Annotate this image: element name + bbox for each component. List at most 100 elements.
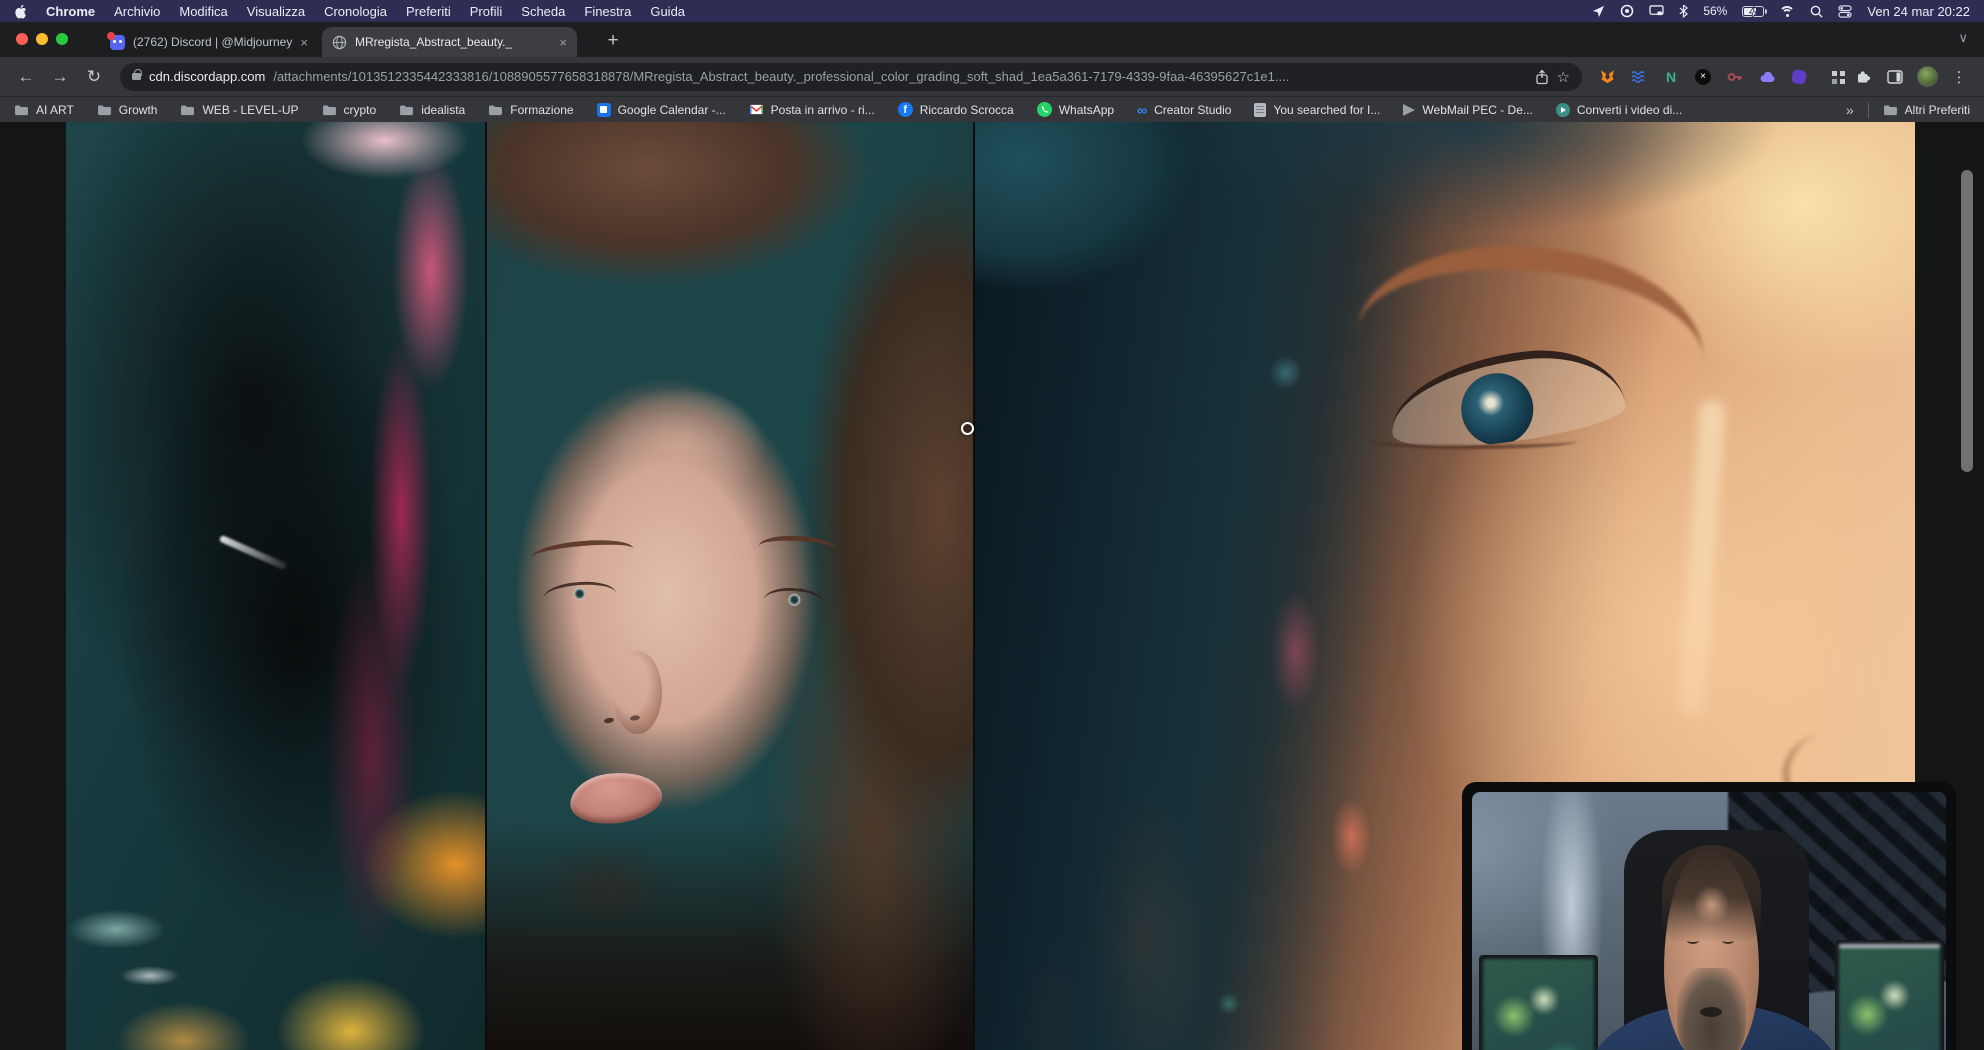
- extension-cloud-icon[interactable]: [1754, 64, 1780, 90]
- screen-record-icon[interactable]: [1620, 4, 1634, 18]
- vertical-scrollbar-thumb[interactable]: [1961, 170, 1973, 472]
- tab-image-active[interactable]: MRregista_Abstract_beauty._ ×: [322, 27, 577, 57]
- bookmark-label: Converti i video di...: [1577, 103, 1682, 117]
- artwork-panel-portrait-center[interactable]: [487, 122, 975, 1050]
- extensions-puzzle-icon[interactable]: [1850, 64, 1876, 90]
- tab-close-icon[interactable]: ×: [300, 35, 308, 50]
- extension-metamask-icon[interactable]: [1594, 64, 1620, 90]
- send-arrow-icon: [1403, 104, 1415, 116]
- presenter-beard: [1677, 968, 1745, 1050]
- extension-key-icon[interactable]: [1722, 64, 1748, 90]
- tab-discord[interactable]: (2762) Discord | @Midjourney ×: [100, 27, 318, 57]
- address-bar[interactable]: cdn.discordapp.com /attachments/10135123…: [120, 63, 1582, 91]
- bookmark-label: Formazione: [510, 103, 573, 117]
- display-mirroring-icon[interactable]: [1649, 5, 1664, 17]
- bookmark-converti-video[interactable]: Converti i video di...: [1556, 103, 1682, 117]
- bookmarks-bar: AI ART Growth WEB - LEVEL-UP crypto idea…: [0, 96, 1984, 122]
- bookmarks-overflow-chevron[interactable]: »: [1846, 102, 1854, 118]
- closeup-lower-lash: [1370, 433, 1577, 449]
- other-bookmarks-button[interactable]: Altri Preferiti: [1883, 103, 1970, 117]
- bookmark-creator-studio[interactable]: ∞ Creator Studio: [1137, 103, 1231, 117]
- folder-icon: [1883, 104, 1898, 116]
- bookmark-star-icon[interactable]: ☆: [1557, 68, 1570, 86]
- extension-n-icon[interactable]: N: [1658, 64, 1684, 90]
- bookmark-folder-idealista[interactable]: idealista: [399, 103, 465, 117]
- extension-x-circle-icon[interactable]: ×: [1690, 64, 1716, 90]
- window-close-button[interactable]: [16, 33, 28, 45]
- window-minimize-button[interactable]: [36, 33, 48, 45]
- facebook-icon: f: [898, 102, 913, 117]
- bookmark-whatsapp[interactable]: WhatsApp: [1037, 102, 1114, 117]
- bookmark-facebook-profile[interactable]: f Riccardo Scrocca: [898, 102, 1014, 117]
- bookmark-webmail-pec[interactable]: WebMail PEC - De...: [1403, 103, 1532, 117]
- wifi-icon[interactable]: [1779, 6, 1795, 17]
- menu-bar-clock[interactable]: Ven 24 mar 20:22: [1867, 4, 1970, 19]
- extension-grid-icon[interactable]: [1818, 64, 1844, 90]
- lock-icon[interactable]: [132, 73, 141, 80]
- whatsapp-icon: [1037, 102, 1052, 117]
- menu-scheda[interactable]: Scheda: [521, 4, 565, 19]
- left-monitor-screen: [1483, 959, 1594, 1050]
- bookmark-label: AI ART: [36, 103, 74, 117]
- closeup-eyebrow: [1357, 232, 1712, 362]
- apple-menu-icon[interactable]: [14, 4, 27, 19]
- share-icon[interactable]: [1535, 69, 1549, 85]
- other-bookmarks-label: Altri Preferiti: [1905, 103, 1970, 117]
- highlight-streak: [219, 535, 288, 571]
- menu-modifica[interactable]: Modifica: [179, 4, 227, 19]
- window-zoom-button[interactable]: [56, 33, 68, 45]
- folder-icon: [488, 104, 503, 116]
- menu-preferiti[interactable]: Preferiti: [406, 4, 451, 19]
- spotlight-search-icon[interactable]: [1810, 5, 1823, 18]
- menu-cronologia[interactable]: Cronologia: [324, 4, 387, 19]
- url-path: /attachments/1013512335442333816/1088905…: [273, 69, 1526, 84]
- folder-icon: [180, 104, 195, 116]
- bookmark-google-calendar[interactable]: Google Calendar -...: [597, 103, 726, 117]
- url-domain: cdn.discordapp.com: [149, 69, 265, 84]
- video-converter-icon: [1556, 103, 1570, 117]
- new-tab-button[interactable]: +: [600, 28, 626, 54]
- location-icon[interactable]: [1592, 5, 1605, 18]
- page-icon: [1254, 103, 1266, 117]
- extension-purple-icon[interactable]: [1786, 64, 1812, 90]
- portrait-left-eye: [542, 580, 616, 605]
- menu-profili[interactable]: Profili: [470, 4, 503, 19]
- extension-waves-icon[interactable]: [1626, 64, 1652, 90]
- portrait-chin-shadow: [540, 841, 671, 925]
- bookmark-you-searched[interactable]: You searched for I...: [1254, 103, 1380, 117]
- portrait-lips: [567, 768, 665, 829]
- reload-button[interactable]: ↻: [80, 63, 108, 91]
- mouse-cursor: [961, 422, 974, 435]
- back-button[interactable]: ←: [12, 63, 40, 91]
- profile-avatar[interactable]: [1914, 64, 1940, 90]
- bookmark-folder-formazione[interactable]: Formazione: [488, 103, 573, 117]
- bookmarks-right-group: » Altri Preferiti: [1846, 102, 1970, 118]
- webcam-video: A TIRIN✦: [1472, 792, 1946, 1050]
- bluetooth-icon[interactable]: [1679, 4, 1688, 18]
- menu-guida[interactable]: Guida: [650, 4, 685, 19]
- bookmark-folder-crypto[interactable]: crypto: [322, 103, 377, 117]
- left-monitor: [1479, 955, 1598, 1050]
- menu-chrome[interactable]: Chrome: [46, 4, 95, 19]
- bookmark-folder-ai-art[interactable]: AI ART: [14, 103, 74, 117]
- portrait-right-eyebrow: [759, 534, 837, 550]
- tab-close-icon[interactable]: ×: [559, 35, 567, 50]
- control-center-icon[interactable]: [1838, 5, 1852, 18]
- portrait-nose-shadow: [613, 651, 662, 735]
- bookmarks-divider: [1868, 102, 1869, 118]
- menu-visualizza[interactable]: Visualizza: [247, 4, 305, 19]
- menu-archivio[interactable]: Archivio: [114, 4, 160, 19]
- battery-charging-icon: [1742, 6, 1764, 17]
- bookmark-folder-growth[interactable]: Growth: [97, 103, 158, 117]
- bookmark-gmail-inbox[interactable]: Posta in arrivo - ri...: [749, 103, 875, 117]
- side-panel-icon[interactable]: [1882, 64, 1908, 90]
- chrome-menu-icon[interactable]: ⋮: [1946, 64, 1972, 90]
- forward-button[interactable]: →: [46, 63, 74, 91]
- artwork-panel-abstract-left[interactable]: [66, 122, 487, 1050]
- menu-finestra[interactable]: Finestra: [584, 4, 631, 19]
- bookmark-folder-web-level-up[interactable]: WEB - LEVEL-UP: [180, 103, 298, 117]
- bookmark-label: Google Calendar -...: [618, 103, 726, 117]
- tab-search-chevron-icon[interactable]: ∨: [1958, 30, 1968, 46]
- chrome-tab-strip: (2762) Discord | @Midjourney × MRregista…: [0, 22, 1984, 57]
- globe-favicon: [332, 35, 347, 50]
